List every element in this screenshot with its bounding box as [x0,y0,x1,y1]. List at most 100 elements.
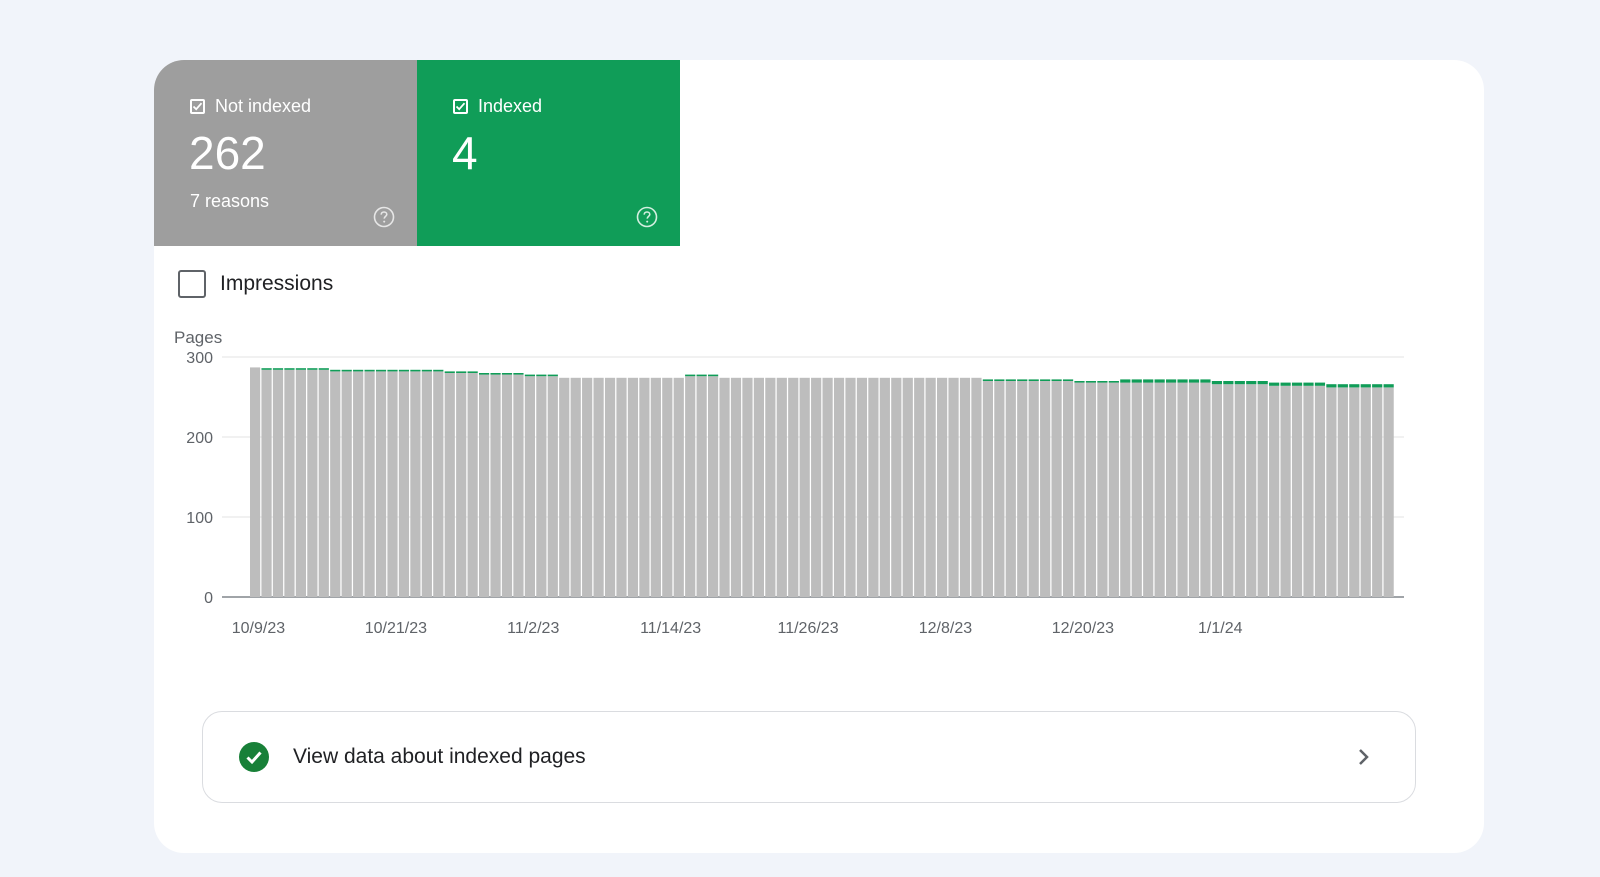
bar-not-indexed [891,377,902,597]
bar-indexed [444,371,455,373]
view-indexed-pages-label: View data about indexed pages [293,745,586,768]
bar-not-indexed [1028,381,1039,597]
bar-indexed [341,369,352,372]
indexed-label: Indexed [478,96,543,116]
bar-not-indexed [1269,385,1280,597]
bar-not-indexed [982,381,993,597]
bar-indexed [1211,381,1222,385]
bar-not-indexed [1326,387,1337,597]
bar-not-indexed [1154,382,1165,597]
indexed-tile[interactable]: Indexed 4 [417,60,680,246]
bar-indexed [1337,384,1348,388]
bar-not-indexed [1085,382,1097,597]
x-tick-label: 11/2/23 [507,620,559,637]
bar-indexed [307,368,318,370]
bar-indexed [1017,379,1028,381]
bar-indexed [318,368,329,370]
bar-not-indexed [1200,382,1211,597]
bar-not-indexed [536,376,547,597]
x-tick-label: 11/14/23 [640,620,701,637]
bar-indexed [1349,384,1360,388]
bar-not-indexed [1131,382,1142,597]
bar-indexed [524,374,535,377]
bar-not-indexed [410,371,421,597]
bar-indexed [410,369,421,372]
bar-indexed [994,379,1005,381]
bar-not-indexed [1188,382,1200,597]
bar-not-indexed [387,371,398,597]
bar-not-indexed [1143,382,1154,597]
not-indexed-tile[interactable]: Not indexed 262 7 reasons [154,60,417,246]
bar-not-indexed [1360,387,1371,597]
bar-not-indexed [822,377,833,597]
bar-not-indexed [730,377,742,597]
bar-not-indexed [444,373,455,597]
x-tick-label: 10/9/23 [232,620,285,637]
bar-not-indexed [1005,381,1016,597]
bar-indexed [1188,379,1200,383]
pages-chart: Pages 0 100 200 300 10/9/23 10/21/23 11/2/23 11/… [174,328,1404,637]
bar-not-indexed [753,377,764,597]
bar-indexed [330,369,341,372]
bar-indexed [536,374,547,377]
not-indexed-header: Not indexed [190,96,311,117]
bar-not-indexed [1074,382,1085,597]
bar-indexed [1143,379,1154,383]
help-icon[interactable] [636,206,658,228]
bar-indexed [398,369,410,372]
bar-not-indexed [593,377,604,597]
bar-indexed [1074,381,1085,383]
bar-not-indexed [582,377,593,597]
bar-not-indexed [353,371,364,597]
bar-not-indexed [685,376,696,597]
bar-not-indexed [971,377,982,597]
bar-indexed [375,369,387,372]
bar-indexed [1360,384,1371,388]
bar-not-indexed [708,376,719,597]
bar-not-indexed [272,369,284,597]
bar-not-indexed [1097,382,1108,597]
bar-not-indexed [719,377,730,597]
x-tick-label: 10/21/23 [365,620,427,637]
bar-not-indexed [765,377,776,597]
bar-indexed [1280,382,1291,386]
bar-indexed [364,369,375,372]
bar-not-indexed [364,371,375,597]
bar-not-indexed [1108,382,1119,597]
bar-indexed [1097,381,1108,383]
bar-not-indexed [1166,382,1177,597]
bar-indexed [1314,382,1326,386]
bar-not-indexed [1372,387,1383,597]
view-indexed-pages-button[interactable]: View data about indexed pages [202,711,1416,803]
bar-indexed [1234,381,1245,385]
bar-indexed [982,379,993,381]
bar-not-indexed [1223,384,1234,597]
bar-not-indexed [341,371,352,597]
bar-indexed [1040,379,1051,381]
bar-indexed [353,369,364,372]
bar-not-indexed [524,376,535,597]
bar-indexed [1062,379,1074,381]
bar-not-indexed [570,377,581,597]
not-indexed-reasons: 7 reasons [190,191,270,211]
impressions-checkbox[interactable] [178,270,206,298]
y-tick-label: 100 [186,510,213,527]
bar-not-indexed [662,377,673,597]
bar-not-indexed [501,374,513,597]
bar-indexed [1154,379,1165,383]
bar-not-indexed [604,377,616,597]
check-icon [455,102,466,111]
bar-not-indexed [994,381,1005,597]
bar-not-indexed [1257,384,1268,597]
bar-not-indexed [330,371,341,597]
bar-not-indexed [1291,385,1303,597]
x-tick-label: 11/26/23 [778,620,839,637]
bar-not-indexed [1349,387,1360,597]
bar-indexed [1028,379,1039,381]
indexed-checkbox[interactable] [453,99,468,114]
not-indexed-checkbox[interactable] [190,99,205,114]
help-icon[interactable] [373,206,395,228]
impressions-toggle[interactable]: Impressions [178,270,333,298]
bar-not-indexed [1120,382,1131,597]
bar-not-indexed [799,377,810,597]
